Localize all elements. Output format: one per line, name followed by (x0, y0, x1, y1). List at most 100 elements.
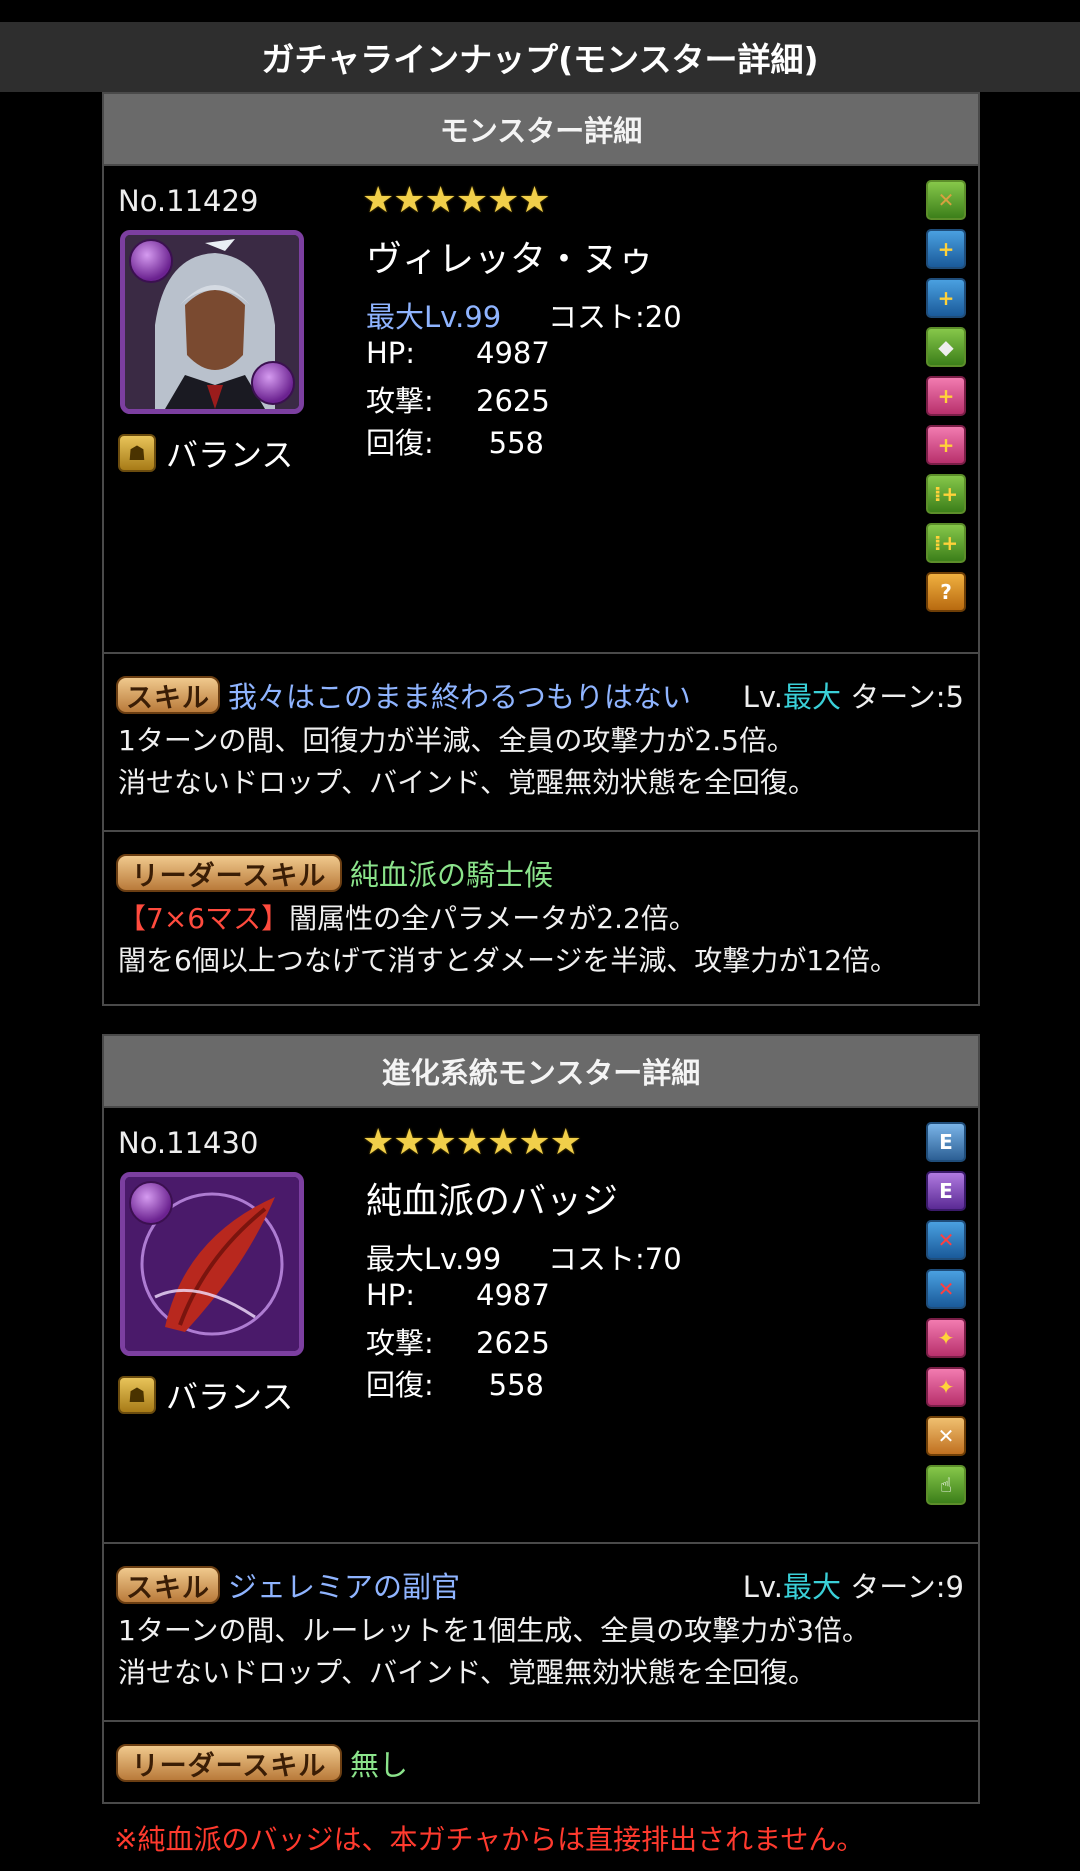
monster-portrait[interactable] (120, 1172, 304, 1356)
leader-skill-name: 無し (350, 1748, 409, 1782)
level-cost-row: 最大Lv.99 コスト:20 (366, 294, 682, 336)
hp-row: HP: 4987 (366, 336, 550, 370)
equip-evolution-icon[interactable]: E (926, 1171, 966, 1211)
leader-skill-section: リーダースキル 純血派の騎士候 【7×6マス】闇属性の全パラメータが2.2倍。 … (104, 830, 978, 1008)
active-skill-section: スキル ジェレミアの副官 Lv.最大 ターン:9 1ターンの間、ルーレットを1個… (104, 1542, 978, 1720)
finger-plus-icon[interactable]: ☝ (926, 1465, 966, 1505)
skill-name[interactable]: 我々はこのまま終わるつもりはない (228, 674, 691, 716)
rarity-stars: ★★★★★★★ (362, 1122, 582, 1163)
skill-desc-line: 消せないドロップ、バインド、覚醒無効状態を全回復。 (118, 766, 817, 799)
recovery-row: 回復: 558 (366, 420, 544, 462)
leader-title-row: リーダースキル 純血派の騎士候 (104, 832, 978, 894)
skill-desc-line: 1ターンの間、ルーレットを1個生成、全員の攻撃力が3倍。 (118, 1614, 871, 1647)
awakening-list: ✕ + + ◆ + + ⁞+ ⁞+ ? (926, 180, 966, 612)
recovery-label: 回復: (366, 426, 434, 460)
auto-recover-icon[interactable]: ? (926, 572, 966, 612)
monster-number: No.11430 (118, 1126, 259, 1160)
skill-badge: スキル (116, 676, 220, 714)
enhanced-combo-icon[interactable]: ⁞+ (926, 523, 966, 563)
skill-boost-icon[interactable]: + (926, 229, 966, 269)
heal-orb-icon[interactable]: ✦ (926, 1367, 966, 1407)
evolution-detail-card: 進化系統モンスター詳細 No.11430 ☗ バランス ★★★★★★★ 純血派の… (102, 1034, 980, 1804)
skill-charge-icon[interactable]: ✕ (926, 1220, 966, 1260)
skill-lv-max: 最大 (782, 1570, 841, 1604)
monster-portrait[interactable] (120, 230, 304, 414)
type-label: バランス (166, 1378, 294, 1416)
equip-assist-icon[interactable]: E (926, 1122, 966, 1162)
monster-info: No.11430 ☗ バランス ★★★★★★★ 純血派のバッジ 最大Lv.99 … (104, 1108, 978, 1542)
skill-charge-icon[interactable]: ✕ (926, 1269, 966, 1309)
skill-turn: ターン:5 (850, 680, 964, 714)
skill-desc-line: 消せないドロップ、バインド、覚醒無効状態を全回復。 (118, 1656, 817, 1689)
skill-badge: スキル (116, 1566, 220, 1604)
attack-row: 攻撃: 2625 (366, 1320, 550, 1362)
damage-reduction-icon[interactable]: ◆ (926, 327, 966, 367)
skill-lv-prefix: Lv. (742, 680, 783, 714)
recovery-value: 558 (488, 426, 544, 460)
dark-attribute-orb-icon (129, 1181, 173, 1225)
cost: コスト:70 (548, 1242, 682, 1276)
rarity-stars: ★★★★★★ (362, 180, 551, 221)
leader-desc-text: 闇属性の全パラメータが2.2倍。 (289, 902, 697, 935)
attack-row: 攻撃: 2625 (366, 378, 550, 420)
balance-type-icon: ☗ (118, 434, 156, 472)
leader-desc-line: 闇を6個以上つなげて消すとダメージを半減、攻撃力が12倍。 (118, 944, 899, 977)
max-level: 最大Lv.99 (366, 1242, 502, 1276)
board-size-tag: 【7×6マス】 (118, 902, 290, 935)
leader-skill-badge: リーダースキル (116, 854, 342, 892)
skill-turn: ターン:9 (850, 1570, 964, 1604)
hp-value: 4987 (476, 1278, 550, 1312)
recovery-plus-icon[interactable]: + (926, 425, 966, 465)
heal-orb-icon[interactable]: ✦ (926, 1318, 966, 1358)
leader-skill-section: リーダースキル 無し (104, 1720, 978, 1802)
recovery-value: 558 (488, 1368, 544, 1402)
hp-value: 4987 (476, 336, 550, 370)
level-cost-row: 最大Lv.99 コスト:70 (366, 1236, 682, 1278)
leader-title-row: リーダースキル 無し (104, 1722, 978, 1784)
monster-name: 純血派のバッジ (366, 1181, 619, 1222)
monster-type: ☗ バランス (118, 1372, 293, 1418)
card-header: モンスター詳細 (104, 94, 978, 166)
attack-value: 2625 (476, 384, 550, 418)
skill-name[interactable]: ジェレミアの副官 (228, 1564, 460, 1606)
max-level: 最大Lv.99 (366, 300, 502, 334)
recovery-row: 回復: 558 (366, 1362, 544, 1404)
card-header: 進化系統モンスター詳細 (104, 1036, 978, 1108)
skill-lv-max: 最大 (782, 680, 841, 714)
skill-desc-line: 1ターンの間、回復力が半減、全員の攻撃力が2.5倍。 (118, 724, 795, 757)
monster-name: ヴィレッタ・ヌゥ (366, 239, 655, 280)
hp-label: HP: (366, 336, 416, 370)
dark-attribute-orb-icon (251, 361, 295, 405)
skill-lv-prefix: Lv. (742, 1570, 783, 1604)
type-label: バランス (166, 436, 294, 474)
skill-level-turn: Lv.最大 ターン:9 (743, 1564, 964, 1606)
skill-description: 1ターンの間、回復力が半減、全員の攻撃力が2.5倍。 消せないドロップ、バインド… (104, 716, 978, 820)
monster-number: No.11429 (118, 184, 259, 218)
leader-skill-name[interactable]: 純血派の騎士候 (350, 852, 553, 894)
monster-detail-card: モンスター詳細 No.11429 ☗ バランス ★★★★★★ ヴィレッタ・ヌゥ … (102, 92, 980, 1006)
cost: コスト:20 (548, 300, 682, 334)
hp-label: HP: (366, 1278, 416, 1312)
dark-attribute-orb-icon (129, 239, 173, 283)
leader-desc-line: 【7×6マス】闇属性の全パラメータが2.2倍。 (118, 898, 966, 940)
leader-skill-badge: リーダースキル (116, 1744, 342, 1782)
attack-label: 攻撃: (366, 384, 434, 418)
enhanced-combo-icon[interactable]: ⁞+ (926, 474, 966, 514)
recovery-plus-icon[interactable]: + (926, 376, 966, 416)
hp-row: HP: 4987 (366, 1278, 550, 1312)
page-title: ガチャラインナップ(モンスター詳細) (0, 22, 1080, 92)
monster-type: ☗ バランス (118, 430, 293, 476)
attack-label: 攻撃: (366, 1326, 434, 1360)
skill-description: 1ターンの間、ルーレットを1個生成、全員の攻撃力が3倍。 消せないドロップ、バイ… (104, 1606, 978, 1710)
skill-boost-icon[interactable]: + (926, 278, 966, 318)
leader-skill-description: 【7×6マス】闇属性の全パラメータが2.2倍。 闇を6個以上つなげて消すとダメー… (104, 894, 978, 998)
footnote: ※純血派のバッジは、本ガチャからは直接排出されません。 (114, 1823, 865, 1856)
skill-level-turn: Lv.最大 ターン:5 (743, 674, 964, 716)
balance-type-icon: ☗ (118, 1376, 156, 1414)
remove-jammer-icon[interactable]: ✕ (926, 180, 966, 220)
recovery-label: 回復: (366, 1368, 434, 1402)
awakening-list: E E ✕ ✕ ✦ ✦ ✕ ☝ (926, 1122, 966, 1505)
active-skill-section: スキル 我々はこのまま終わるつもりはない Lv.最大 ターン:5 1ターンの間、… (104, 652, 978, 830)
attack-value: 2625 (476, 1326, 550, 1360)
jammer-resist-icon[interactable]: ✕ (926, 1416, 966, 1456)
